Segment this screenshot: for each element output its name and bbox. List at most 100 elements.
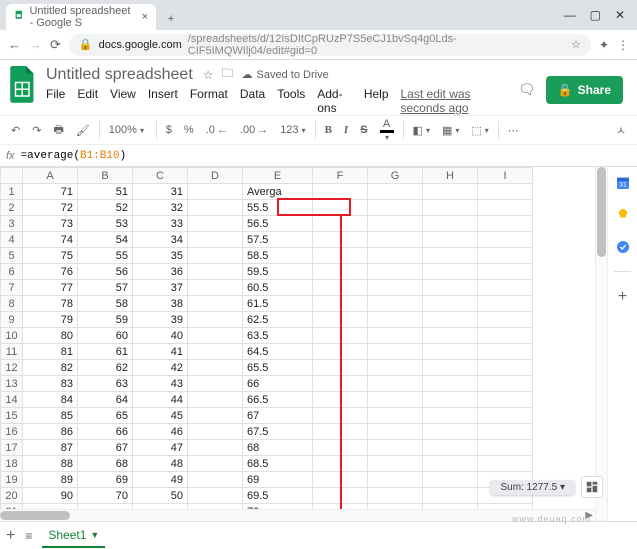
cell-E8[interactable]: 61.5 — [243, 296, 313, 312]
cell-I12[interactable] — [478, 360, 533, 376]
fill-color-button[interactable]: ◧ — [410, 122, 433, 139]
cell-A17[interactable]: 87 — [23, 440, 78, 456]
close-window-icon[interactable]: ✕ — [615, 8, 625, 22]
cell-B17[interactable]: 67 — [78, 440, 133, 456]
cell-G3[interactable] — [368, 216, 423, 232]
spreadsheet-grid[interactable]: ABCDEFGHI1715131Averga272523255.53735333… — [0, 167, 533, 521]
sheet-tab[interactable]: Sheet1 ▼ — [42, 524, 105, 548]
cell-F1[interactable] — [313, 184, 368, 200]
col-header-D[interactable]: D — [188, 168, 243, 184]
row-header-18[interactable]: 18 — [1, 456, 23, 472]
cell-C12[interactable]: 42 — [133, 360, 188, 376]
cell-E4[interactable]: 57.5 — [243, 232, 313, 248]
cell-A5[interactable]: 75 — [23, 248, 78, 264]
cell-E12[interactable]: 65.5 — [243, 360, 313, 376]
cell-B14[interactable]: 64 — [78, 392, 133, 408]
cell-D18[interactable] — [188, 456, 243, 472]
cell-C16[interactable]: 46 — [133, 424, 188, 440]
corner-cell[interactable] — [1, 168, 23, 184]
cell-H17[interactable] — [423, 440, 478, 456]
increase-decimal-button[interactable]: .00→ — [237, 122, 271, 138]
cell-G5[interactable] — [368, 248, 423, 264]
sum-chip[interactable]: Sum: 1277.5 ▾ — [490, 480, 575, 495]
cell-G4[interactable] — [368, 232, 423, 248]
cell-E9[interactable]: 62.5 — [243, 312, 313, 328]
cell-A10[interactable]: 80 — [23, 328, 78, 344]
cell-A4[interactable]: 74 — [23, 232, 78, 248]
cell-E18[interactable]: 68.5 — [243, 456, 313, 472]
new-tab-button[interactable]: + — [160, 8, 182, 30]
cell-B9[interactable]: 59 — [78, 312, 133, 328]
cell-D5[interactable] — [188, 248, 243, 264]
cell-A11[interactable]: 81 — [23, 344, 78, 360]
cell-A15[interactable]: 85 — [23, 408, 78, 424]
cell-A19[interactable]: 89 — [23, 472, 78, 488]
cell-B3[interactable]: 53 — [78, 216, 133, 232]
percent-button[interactable]: % — [181, 122, 197, 138]
cell-F16[interactable] — [313, 424, 368, 440]
cell-D9[interactable] — [188, 312, 243, 328]
col-header-C[interactable]: C — [133, 168, 188, 184]
horizontal-scrollbar[interactable]: ▶ — [0, 509, 595, 521]
cell-E7[interactable]: 60.5 — [243, 280, 313, 296]
cell-B13[interactable]: 63 — [78, 376, 133, 392]
star-doc-icon[interactable]: ☆ — [203, 68, 214, 82]
cell-E1[interactable]: Averga — [243, 184, 313, 200]
all-sheets-button[interactable]: ≡ — [25, 529, 32, 543]
cell-A12[interactable]: 82 — [23, 360, 78, 376]
cell-B2[interactable]: 52 — [78, 200, 133, 216]
cell-H19[interactable] — [423, 472, 478, 488]
row-header-5[interactable]: 5 — [1, 248, 23, 264]
cell-F4[interactable] — [313, 232, 368, 248]
cell-C9[interactable]: 39 — [133, 312, 188, 328]
cell-F18[interactable] — [313, 456, 368, 472]
cell-B15[interactable]: 65 — [78, 408, 133, 424]
cell-H2[interactable] — [423, 200, 478, 216]
cell-F2[interactable] — [313, 200, 368, 216]
cell-E10[interactable]: 63.5 — [243, 328, 313, 344]
cell-B6[interactable]: 56 — [78, 264, 133, 280]
cell-E16[interactable]: 67.5 — [243, 424, 313, 440]
cell-G20[interactable] — [368, 488, 423, 504]
row-header-4[interactable]: 4 — [1, 232, 23, 248]
cell-C8[interactable]: 38 — [133, 296, 188, 312]
cell-D12[interactable] — [188, 360, 243, 376]
vertical-scrollbar[interactable] — [595, 167, 607, 521]
cell-F17[interactable] — [313, 440, 368, 456]
cell-C18[interactable]: 48 — [133, 456, 188, 472]
back-icon[interactable]: ← — [8, 37, 21, 52]
cell-G1[interactable] — [368, 184, 423, 200]
cell-A13[interactable]: 83 — [23, 376, 78, 392]
cell-A1[interactable]: 71 — [23, 184, 78, 200]
col-header-F[interactable]: F — [313, 168, 368, 184]
cell-C17[interactable]: 47 — [133, 440, 188, 456]
cell-C2[interactable]: 32 — [133, 200, 188, 216]
cell-I14[interactable] — [478, 392, 533, 408]
cell-I10[interactable] — [478, 328, 533, 344]
cell-A18[interactable]: 88 — [23, 456, 78, 472]
cell-D3[interactable] — [188, 216, 243, 232]
number-format-select[interactable]: 123 — [277, 122, 308, 138]
menu-file[interactable]: File — [46, 87, 65, 115]
cell-D8[interactable] — [188, 296, 243, 312]
cell-G6[interactable] — [368, 264, 423, 280]
cell-G14[interactable] — [368, 392, 423, 408]
cell-A2[interactable]: 72 — [23, 200, 78, 216]
row-header-7[interactable]: 7 — [1, 280, 23, 296]
cell-G2[interactable] — [368, 200, 423, 216]
cell-F10[interactable] — [313, 328, 368, 344]
cell-I13[interactable] — [478, 376, 533, 392]
cell-E20[interactable]: 69.5 — [243, 488, 313, 504]
cell-F14[interactable] — [313, 392, 368, 408]
cell-A20[interactable]: 90 — [23, 488, 78, 504]
add-sheet-button[interactable]: + — [6, 527, 15, 545]
cell-D7[interactable] — [188, 280, 243, 296]
cell-B8[interactable]: 58 — [78, 296, 133, 312]
cell-G8[interactable] — [368, 296, 423, 312]
cell-E6[interactable]: 59.5 — [243, 264, 313, 280]
cell-B20[interactable]: 70 — [78, 488, 133, 504]
cell-H4[interactable] — [423, 232, 478, 248]
italic-button[interactable]: I — [341, 122, 351, 138]
cell-B12[interactable]: 62 — [78, 360, 133, 376]
keep-addon-icon[interactable] — [615, 207, 631, 223]
